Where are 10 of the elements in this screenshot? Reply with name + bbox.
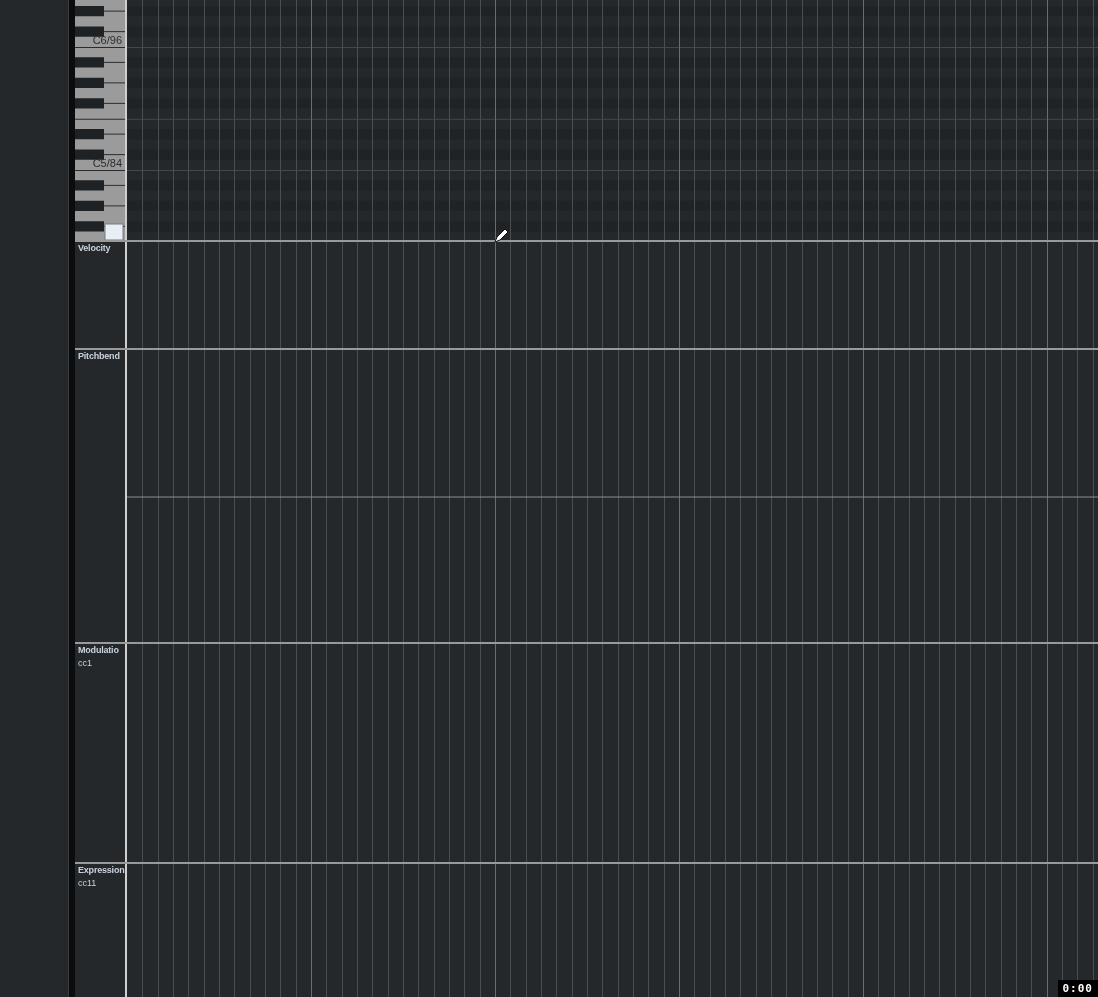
time-display: 0:00 bbox=[1057, 980, 1098, 997]
octave-label: C5/84 bbox=[92, 157, 122, 169]
lane-name: Expression bbox=[78, 865, 125, 876]
octave-label: C6/96 bbox=[92, 34, 122, 46]
controller-number: cc1 bbox=[78, 658, 93, 669]
lane-name: Modulatio bbox=[78, 645, 120, 656]
controller-number: cc11 bbox=[78, 878, 98, 889]
pencil-cursor-icon bbox=[494, 227, 510, 243]
lane-name: Velocity bbox=[78, 243, 112, 254]
lane-name: Pitchbend bbox=[78, 351, 121, 362]
